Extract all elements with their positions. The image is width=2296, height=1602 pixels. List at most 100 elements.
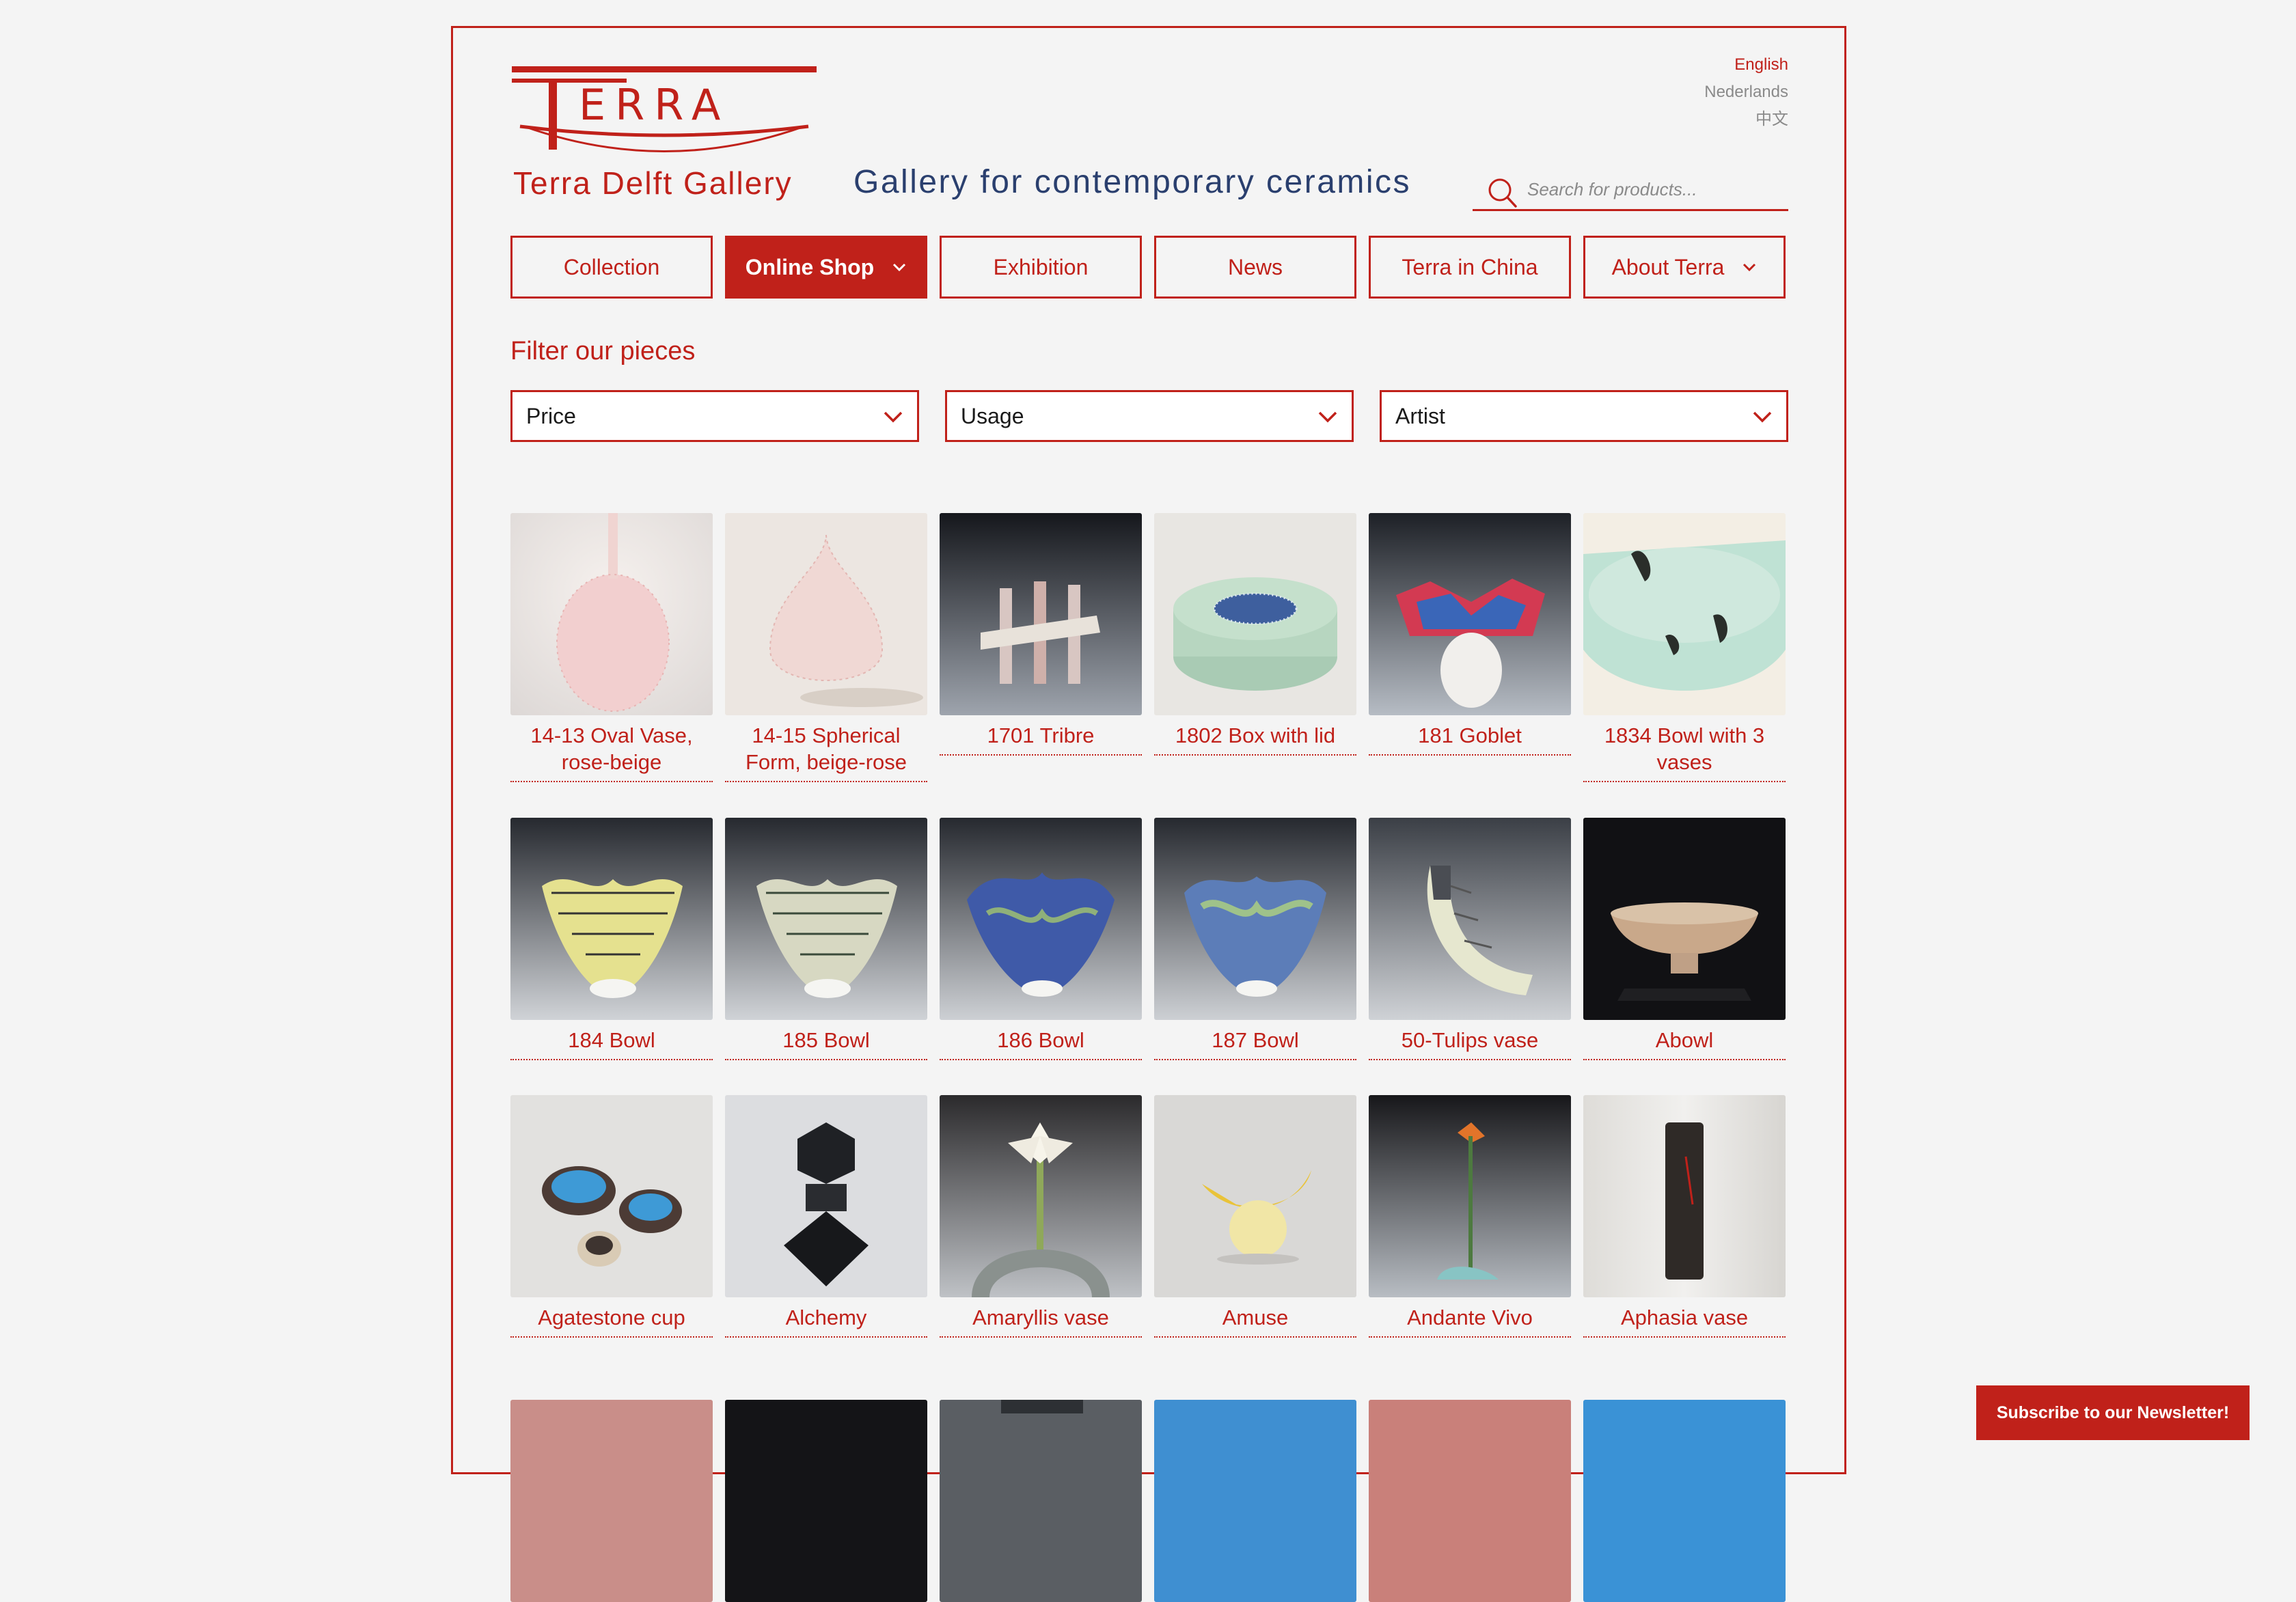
product-image[interactable] bbox=[725, 818, 927, 1020]
lang-english[interactable]: English bbox=[1704, 51, 1788, 79]
product-name[interactable]: Amaryllis vase bbox=[940, 1304, 1142, 1338]
product-name[interactable]: 184 Bowl bbox=[510, 1027, 713, 1060]
page-frame: ERRA Terra Delft Gallery Gallery for con… bbox=[451, 26, 1846, 1602]
product-name[interactable]: 187 Bowl bbox=[1154, 1027, 1356, 1060]
product-card[interactable]: 50-Tulips vase bbox=[1369, 818, 1571, 1060]
product-image[interactable] bbox=[1583, 1095, 1786, 1297]
product-image[interactable] bbox=[510, 818, 713, 1020]
nav-label: Online Shop bbox=[745, 254, 875, 279]
nav-exhibition[interactable]: Exhibition bbox=[940, 236, 1142, 299]
filter-label: Usage bbox=[961, 403, 1024, 428]
product-image[interactable] bbox=[1583, 1400, 1786, 1602]
product-card[interactable]: 1834 Bowl with 3 vases bbox=[1583, 513, 1786, 782]
product-image[interactable] bbox=[1583, 818, 1786, 1020]
product-card[interactable]: Abowl bbox=[1583, 818, 1786, 1060]
product-image[interactable] bbox=[940, 513, 1142, 715]
product-image[interactable] bbox=[1369, 513, 1571, 715]
product-image[interactable] bbox=[1154, 513, 1356, 715]
nav-about-terra[interactable]: About Terra bbox=[1583, 236, 1786, 299]
product-card[interactable]: 1802 Box with lid bbox=[1154, 513, 1356, 756]
nav-news[interactable]: News bbox=[1154, 236, 1356, 299]
product-image[interactable] bbox=[940, 1400, 1142, 1602]
product-card[interactable] bbox=[1583, 1400, 1786, 1602]
product-name[interactable]: 1802 Box with lid bbox=[1154, 722, 1356, 756]
chevron-down-icon bbox=[893, 263, 906, 272]
product-card[interactable]: Amaryllis vase bbox=[940, 1095, 1142, 1338]
product-card[interactable]: 187 Bowl bbox=[1154, 818, 1356, 1060]
product-name[interactable]: Agatestone cup bbox=[510, 1304, 713, 1338]
product-image[interactable] bbox=[510, 513, 713, 715]
product-card[interactable]: Amuse bbox=[1154, 1095, 1356, 1338]
product-name[interactable]: 185 Bowl bbox=[725, 1027, 927, 1060]
nav-label: News bbox=[1227, 254, 1283, 279]
product-name[interactable]: Amuse bbox=[1154, 1304, 1356, 1338]
product-name[interactable]: 14-13 Oval Vase, rose-beige bbox=[510, 722, 713, 782]
product-image[interactable] bbox=[510, 1400, 713, 1602]
product-name[interactable]: 1834 Bowl with 3 vases bbox=[1583, 722, 1786, 782]
product-name[interactable]: 181 Goblet bbox=[1369, 722, 1571, 756]
product-card[interactable]: Andante Vivo bbox=[1369, 1095, 1571, 1338]
product-image[interactable] bbox=[940, 818, 1142, 1020]
nav-collection[interactable]: Collection bbox=[510, 236, 713, 299]
filter-label: Artist bbox=[1395, 403, 1445, 428]
terra-logo[interactable]: ERRA bbox=[510, 64, 818, 159]
product-card[interactable]: Agatestone cup bbox=[510, 1095, 713, 1338]
product-card[interactable] bbox=[725, 1400, 927, 1602]
search-bar bbox=[1473, 169, 1788, 211]
product-card[interactable] bbox=[940, 1400, 1142, 1602]
product-card[interactable]: 14-13 Oval Vase, rose-beige bbox=[510, 513, 713, 782]
product-image[interactable] bbox=[1369, 818, 1571, 1020]
nav-label: Terra in China bbox=[1402, 254, 1538, 279]
nav-label: Collection bbox=[563, 254, 660, 279]
product-name[interactable]: 14-15 Spherical Form, beige-rose bbox=[725, 722, 927, 782]
product-card[interactable] bbox=[1369, 1400, 1571, 1602]
lang-nederlands[interactable]: Nederlands bbox=[1704, 79, 1788, 106]
product-card[interactable]: 184 Bowl bbox=[510, 818, 713, 1060]
product-name[interactable]: Andante Vivo bbox=[1369, 1304, 1571, 1338]
product-image[interactable] bbox=[1154, 1400, 1356, 1602]
product-card[interactable]: 1701 Tribre bbox=[940, 513, 1142, 756]
product-image[interactable] bbox=[940, 1095, 1142, 1297]
chevron-down-icon bbox=[884, 411, 903, 423]
filter-price-select[interactable]: Price bbox=[510, 390, 919, 442]
gallery-name: Terra Delft Gallery bbox=[513, 165, 793, 201]
product-name[interactable]: Alchemy bbox=[725, 1304, 927, 1338]
product-image[interactable] bbox=[725, 1400, 927, 1602]
product-name[interactable]: 1701 Tribre bbox=[940, 722, 1142, 756]
lang-chinese[interactable]: 中文 bbox=[1704, 106, 1788, 133]
svg-text:ERRA: ERRA bbox=[579, 80, 730, 130]
product-image[interactable] bbox=[510, 1095, 713, 1297]
product-name[interactable]: Abowl bbox=[1583, 1027, 1786, 1060]
product-image[interactable] bbox=[1154, 818, 1356, 1020]
filter-artist-select[interactable]: Artist bbox=[1380, 390, 1788, 442]
product-card[interactable]: Alchemy bbox=[725, 1095, 927, 1338]
product-image[interactable] bbox=[1369, 1095, 1571, 1297]
product-card[interactable]: 186 Bowl bbox=[940, 818, 1142, 1060]
product-card[interactable]: 185 Bowl bbox=[725, 818, 927, 1060]
product-name[interactable]: Aphasia vase bbox=[1583, 1304, 1786, 1338]
product-image[interactable] bbox=[1154, 1095, 1356, 1297]
product-name[interactable]: 186 Bowl bbox=[940, 1027, 1142, 1060]
gallery-tagline: Gallery for contemporary ceramics bbox=[853, 164, 1412, 200]
search-icon[interactable] bbox=[1486, 177, 1518, 208]
product-card[interactable] bbox=[1154, 1400, 1356, 1602]
product-card[interactable]: 181 Goblet bbox=[1369, 513, 1571, 756]
nav-terra-in-china[interactable]: Terra in China bbox=[1369, 236, 1571, 299]
product-image[interactable] bbox=[725, 1095, 927, 1297]
product-card[interactable] bbox=[510, 1400, 713, 1602]
product-image[interactable] bbox=[1369, 1400, 1571, 1602]
search-input[interactable] bbox=[1526, 176, 1779, 203]
product-card[interactable]: 14-15 Spherical Form, beige-rose bbox=[725, 513, 927, 782]
product-name[interactable]: 50-Tulips vase bbox=[1369, 1027, 1571, 1060]
product-card[interactable]: Aphasia vase bbox=[1583, 1095, 1786, 1338]
chevron-down-icon bbox=[1743, 263, 1756, 272]
product-image[interactable] bbox=[725, 513, 927, 715]
chevron-down-icon bbox=[1753, 411, 1772, 423]
filter-usage-select[interactable]: Usage bbox=[945, 390, 1354, 442]
newsletter-subscribe-button[interactable]: Subscribe to our Newsletter! bbox=[1976, 1385, 2250, 1440]
nav-online-shop[interactable]: Online Shop bbox=[725, 236, 927, 299]
product-image[interactable] bbox=[1583, 513, 1786, 715]
language-switcher: English Nederlands 中文 bbox=[1704, 51, 1788, 133]
page-content: ERRA Terra Delft Gallery Gallery for con… bbox=[510, 28, 1788, 1602]
filter-label: Price bbox=[526, 403, 576, 428]
